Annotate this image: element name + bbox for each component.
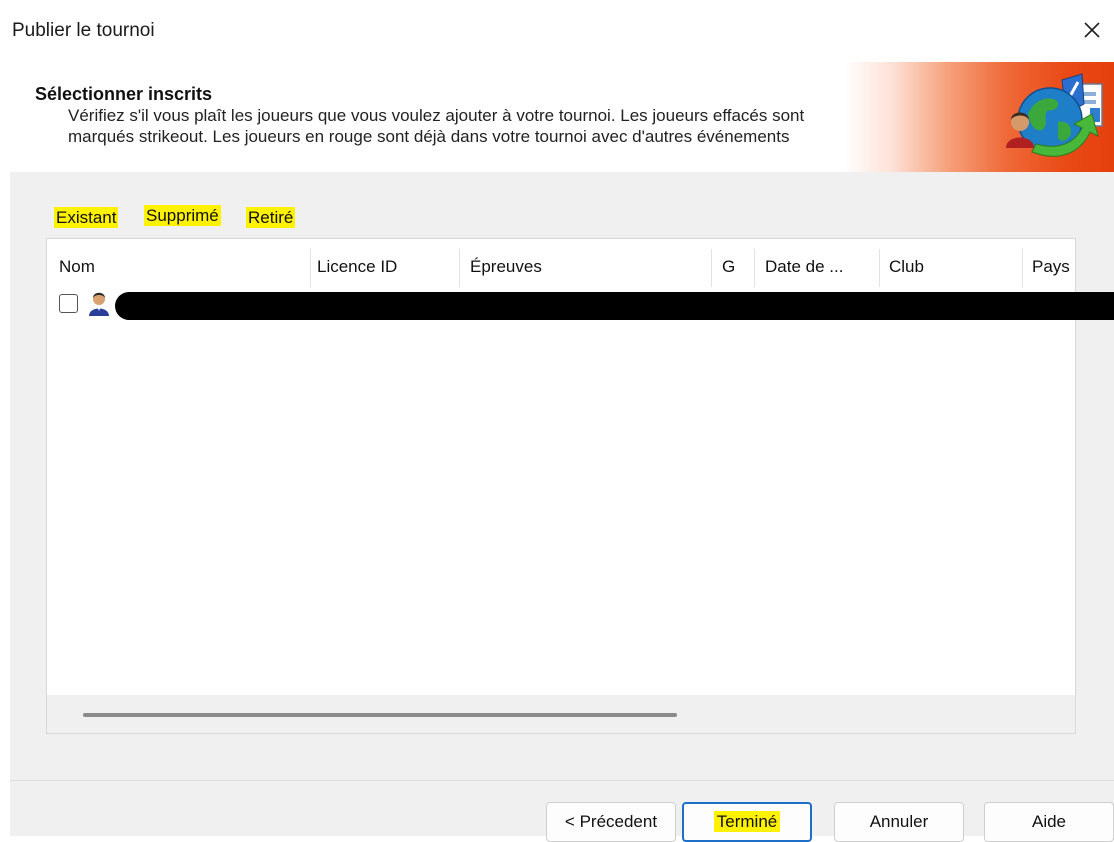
column-header-epreuves[interactable]: Épreuves <box>470 247 542 287</box>
scrollbar-thumb[interactable] <box>83 713 677 717</box>
cancel-button[interactable]: Annuler <box>834 802 964 842</box>
window-title: Publier le tournoi <box>12 20 155 41</box>
column-header-licence-id[interactable]: Licence ID <box>317 247 397 287</box>
column-header-club[interactable]: Club <box>889 247 924 287</box>
column-divider[interactable] <box>459 249 460 287</box>
player-icon <box>89 292 109 316</box>
tab-label: Retiré <box>246 207 296 228</box>
tab-existant[interactable]: Existant <box>54 207 119 238</box>
header-description: Vérifiez s'il vous plaît les joueurs que… <box>68 106 805 146</box>
header-title: Sélectionner inscrits <box>35 84 213 104</box>
column-divider[interactable] <box>879 249 880 287</box>
title-bar: Publier le tournoi <box>0 0 1114 62</box>
globe-publish-icon <box>1006 73 1103 157</box>
tab-label: Supprimé <box>144 205 221 226</box>
redacted-player-data <box>115 292 1114 320</box>
close-icon <box>1084 22 1100 38</box>
players-list[interactable]: Nom Licence ID Épreuves G Date de ... Cl… <box>46 238 1114 734</box>
column-header-nom[interactable]: Nom <box>59 247 95 287</box>
tab-supprime[interactable]: Supprimé <box>144 205 221 236</box>
column-header-date[interactable]: Date de ... <box>765 247 843 287</box>
horizontal-scrollbar[interactable] <box>47 695 1075 733</box>
row-checkbox[interactable] <box>59 294 78 313</box>
help-button[interactable]: Aide <box>984 802 1114 842</box>
wizard-header: Sélectionner inscrits Vérifiez s'il vous… <box>10 62 1114 172</box>
table-row[interactable] <box>55 291 1114 320</box>
column-divider[interactable] <box>310 249 311 287</box>
tab-label: Existant <box>54 207 119 228</box>
finish-button[interactable]: Terminé <box>682 802 812 842</box>
tab-retire[interactable]: Retiré <box>246 207 296 238</box>
previous-button[interactable]: < Précedent <box>546 802 676 842</box>
column-divider[interactable] <box>754 249 755 287</box>
column-divider[interactable] <box>711 249 712 287</box>
column-header-pays[interactable]: Pays <box>1032 247 1070 287</box>
column-divider[interactable] <box>1022 249 1023 287</box>
column-header-g[interactable]: G <box>722 247 735 287</box>
close-button[interactable] <box>1070 8 1114 52</box>
finish-button-label: Terminé <box>713 811 781 832</box>
